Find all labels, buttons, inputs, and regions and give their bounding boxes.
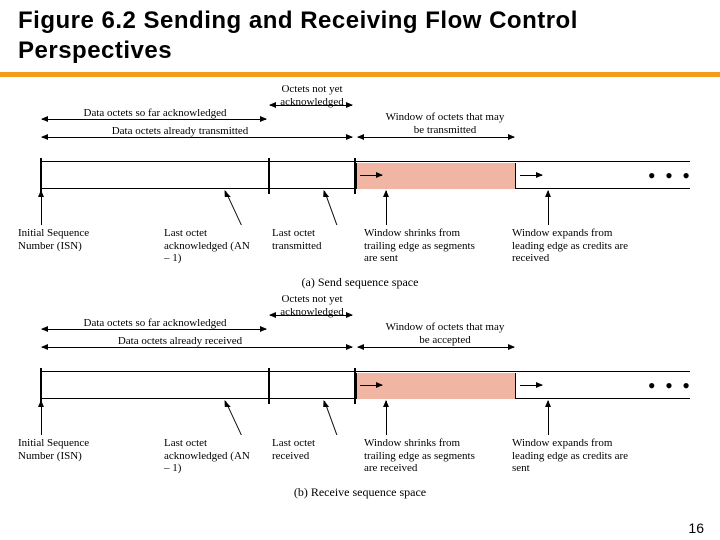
tick-isn-b: [40, 368, 42, 404]
caption-b: (b) Receive sequence space: [0, 485, 720, 500]
panel-b: • • • Data octets so far acknowledged Da…: [0, 293, 720, 493]
figure-title: Figure 6.2 Sending and Receiving Flow Co…: [0, 0, 720, 70]
leader-lastrx-b: [324, 401, 337, 435]
tick-lastack: [268, 158, 270, 194]
tick-isn: [40, 158, 42, 194]
label-tx-a: Data octets already transmitted: [90, 125, 270, 138]
panel-a: • • • Data octets so far acknowledged Da…: [0, 83, 720, 283]
label-expand-b: Window expands from leading edge as cred…: [512, 437, 642, 475]
leader-lastack-a: [225, 191, 242, 225]
label-shrink-b: Window shrinks from trailing edge as seg…: [364, 437, 490, 475]
title-rule: [0, 72, 720, 77]
caption-a: (a) Send sequence space: [0, 275, 720, 290]
figure-diagram: • • • Data octets so far acknowledged Da…: [0, 83, 720, 523]
page-number: 16: [688, 520, 704, 536]
label-unack-b: Octets not yet acknowledged: [258, 293, 366, 318]
leader-shrink-a: [386, 191, 387, 225]
label-lastrx-b: Last octet received: [272, 437, 348, 462]
tick-lastack-b: [268, 368, 270, 404]
label-ack-a: Data octets so far acknowledged: [70, 107, 240, 120]
label-window-b: Window of octets that may be accepted: [382, 321, 508, 346]
leader-lastack-b: [225, 401, 242, 435]
label-isn-b: Initial Sequence Number (ISN): [18, 437, 98, 462]
ellipsis-a: • • •: [648, 162, 692, 190]
arrow-trailing-a: [360, 175, 382, 176]
leader-isn-b: [41, 401, 42, 435]
label-window-a: Window of octets that may be transmitted: [382, 111, 508, 136]
label-lasttx-a: Last octet transmitted: [272, 227, 348, 252]
arrow-leading-b: [520, 385, 542, 386]
timeline-b: • • •: [40, 371, 690, 399]
leader-expand-b: [548, 401, 549, 435]
range-window-a: [358, 137, 514, 138]
label-lastack-b: Last octet acknowledged (AN – 1): [164, 437, 254, 475]
label-rx-b: Data octets already received: [90, 335, 270, 348]
leader-lasttx-a: [324, 191, 337, 225]
arrow-trailing-b: [360, 385, 382, 386]
ellipsis-b: • • •: [648, 372, 692, 400]
arrow-leading-a: [520, 175, 542, 176]
label-isn-a: Initial Sequence Number (ISN): [18, 227, 98, 252]
label-expand-a: Window expands from leading edge as cred…: [512, 227, 642, 265]
range-window-b: [358, 347, 514, 348]
label-unack-a: Octets not yet acknowledged: [258, 83, 366, 108]
label-ack-b: Data octets so far acknowledged: [70, 317, 240, 330]
label-shrink-a: Window shrinks from trailing edge as seg…: [364, 227, 486, 265]
timeline-a: • • •: [40, 161, 690, 189]
leader-isn-a: [41, 191, 42, 225]
leader-shrink-b: [386, 401, 387, 435]
label-lastack-a: Last octet acknowledged (AN – 1): [164, 227, 254, 265]
leader-expand-a: [548, 191, 549, 225]
